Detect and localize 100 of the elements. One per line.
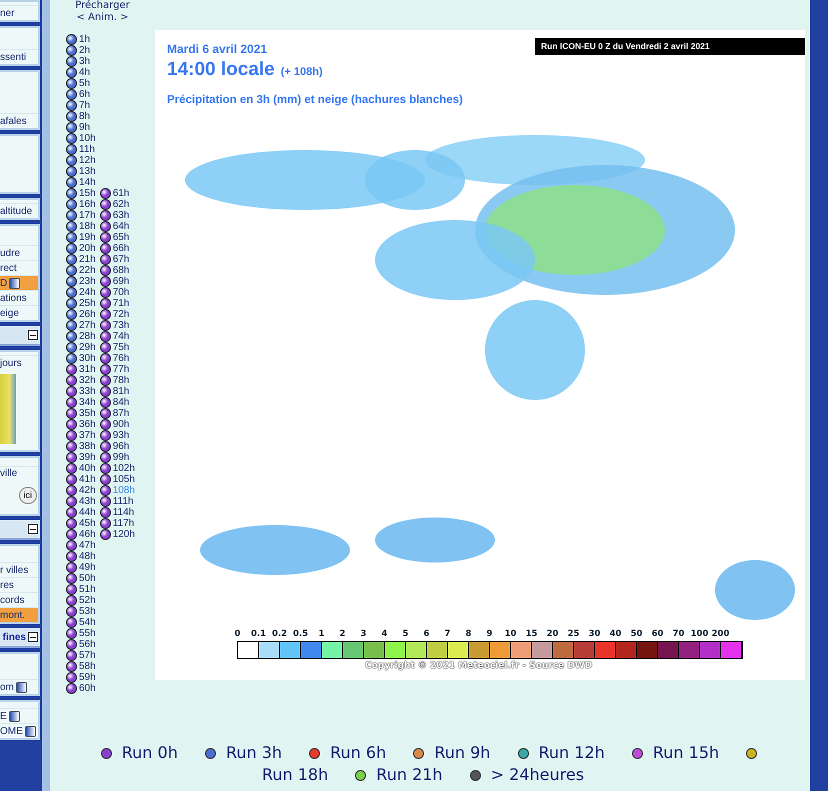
hour-link[interactable]: 24h bbox=[66, 287, 96, 298]
hour-link[interactable]: 93h bbox=[100, 430, 135, 441]
hour-link[interactable]: 38h bbox=[66, 441, 96, 452]
hour-link[interactable]: 35h bbox=[66, 408, 96, 419]
hour-link[interactable]: 12h bbox=[66, 155, 96, 166]
hour-link[interactable]: 41h bbox=[66, 474, 96, 485]
run-label[interactable]: Run 6h bbox=[330, 743, 386, 762]
hour-link[interactable]: 76h bbox=[100, 353, 135, 364]
sidebar-item[interactable]: D bbox=[0, 275, 38, 290]
sidebar-item[interactable]: udre bbox=[0, 245, 38, 260]
hour-link[interactable]: 48h bbox=[66, 551, 96, 562]
hour-link[interactable]: 11h bbox=[66, 144, 96, 155]
hour-link[interactable]: 114h bbox=[100, 507, 135, 518]
run-label[interactable]: Run 3h bbox=[226, 743, 282, 762]
hour-link[interactable]: 29h bbox=[66, 342, 96, 353]
hour-link[interactable]: 81h bbox=[100, 386, 135, 397]
hour-link[interactable]: 25h bbox=[66, 298, 96, 309]
hour-link[interactable]: 58h bbox=[66, 661, 96, 672]
hour-link[interactable]: 26h bbox=[66, 309, 96, 320]
hour-link[interactable]: 102h bbox=[100, 463, 135, 474]
hour-link[interactable]: 43h bbox=[66, 496, 96, 507]
hour-link[interactable]: 84h bbox=[100, 397, 135, 408]
hour-link[interactable]: 28h bbox=[66, 331, 96, 342]
hour-link[interactable]: 14h bbox=[66, 177, 96, 188]
hour-link[interactable]: 60h bbox=[66, 683, 96, 694]
sidebar-item[interactable]: eige bbox=[0, 305, 38, 320]
hour-link[interactable]: 27h bbox=[66, 320, 96, 331]
preload-title[interactable]: Précharger bbox=[75, 0, 130, 12]
run-label[interactable]: Run 0h bbox=[122, 743, 178, 762]
sidebar-item[interactable]: altitude bbox=[0, 203, 38, 218]
hour-link[interactable]: 77h bbox=[100, 364, 135, 375]
collapse-icon[interactable] bbox=[28, 524, 38, 534]
hour-link[interactable]: 75h bbox=[100, 342, 135, 353]
hour-link[interactable]: 99h bbox=[100, 452, 135, 463]
hour-link[interactable]: 20h bbox=[66, 243, 96, 254]
hour-link[interactable]: 21h bbox=[66, 254, 96, 265]
hour-link[interactable]: 19h bbox=[66, 232, 96, 243]
hour-link[interactable]: 57h bbox=[66, 650, 96, 661]
hour-link[interactable]: 9h bbox=[66, 122, 96, 133]
hour-link[interactable]: 72h bbox=[100, 309, 135, 320]
sidebar-item[interactable]: E bbox=[0, 708, 38, 723]
sidebar-item[interactable]: ville bbox=[0, 466, 38, 480]
hour-link[interactable]: 65h bbox=[100, 232, 135, 243]
hour-link[interactable]: 40h bbox=[66, 463, 96, 474]
hour-link[interactable]: 74h bbox=[100, 331, 135, 342]
sidebar-item[interactable]: afales bbox=[0, 113, 38, 128]
hour-link[interactable]: 111h bbox=[100, 496, 135, 507]
hour-link[interactable]: 87h bbox=[100, 408, 135, 419]
hour-link[interactable]: 23h bbox=[66, 276, 96, 287]
hour-link[interactable]: 16h bbox=[66, 199, 96, 210]
hour-link[interactable]: 3h bbox=[66, 56, 96, 67]
sidebar-item[interactable]: OME bbox=[0, 723, 38, 738]
run-label[interactable]: Run 9h bbox=[434, 743, 490, 762]
hour-link[interactable]: 33h bbox=[66, 386, 96, 397]
collapse-icon[interactable] bbox=[28, 330, 38, 340]
hour-link[interactable]: 69h bbox=[100, 276, 135, 287]
run-label[interactable]: Run 21h bbox=[376, 765, 443, 784]
hour-link[interactable]: 55h bbox=[66, 628, 96, 639]
run-label[interactable]: Run 15h bbox=[652, 743, 720, 762]
hour-link[interactable]: 8h bbox=[66, 111, 96, 122]
hour-link[interactable]: 117h bbox=[100, 518, 135, 529]
hour-link[interactable]: 90h bbox=[100, 419, 135, 430]
sidebar-item[interactable]: om bbox=[0, 679, 38, 694]
hour-link[interactable]: 66h bbox=[100, 243, 135, 254]
sidebar-item[interactable]: jours bbox=[0, 355, 38, 370]
run-label[interactable]: Run 18h bbox=[262, 765, 328, 784]
run-label[interactable]: Run 12h bbox=[538, 743, 605, 762]
hour-link[interactable]: 6h bbox=[66, 89, 96, 100]
hour-link[interactable]: 71h bbox=[100, 298, 135, 309]
hour-link[interactable]: 78h bbox=[100, 375, 135, 386]
hour-link[interactable]: 73h bbox=[100, 320, 135, 331]
hour-link[interactable]: 44h bbox=[66, 507, 96, 518]
hour-link[interactable]: 31h bbox=[66, 364, 96, 375]
hour-link[interactable]: 39h bbox=[66, 452, 96, 463]
hour-link[interactable]: 96h bbox=[100, 441, 135, 452]
hour-link[interactable]: 15h bbox=[66, 188, 96, 199]
hour-link[interactable]: 4h bbox=[66, 67, 96, 78]
hour-link[interactable]: 49h bbox=[66, 562, 96, 573]
hour-link[interactable]: 54h bbox=[66, 617, 96, 628]
hour-link[interactable]: 37h bbox=[66, 430, 96, 441]
locate-button[interactable]: ici bbox=[18, 486, 37, 504]
hour-link[interactable]: 34h bbox=[66, 397, 96, 408]
hour-link[interactable]: 42h bbox=[66, 485, 96, 496]
anim-link[interactable]: < Anim. > bbox=[76, 12, 128, 24]
hour-link[interactable]: 56h bbox=[66, 639, 96, 650]
sidebar-item[interactable]: ssenti bbox=[0, 49, 38, 64]
map-thumbnail[interactable] bbox=[0, 374, 16, 444]
hour-link[interactable]: 63h bbox=[100, 210, 135, 221]
hour-link[interactable]: 17h bbox=[66, 210, 96, 221]
sidebar-item[interactable]: res bbox=[0, 577, 38, 592]
hour-link[interactable]: 32h bbox=[66, 375, 96, 386]
hour-link[interactable]: 5h bbox=[66, 78, 96, 89]
hour-link[interactable]: 22h bbox=[66, 265, 96, 276]
hour-link[interactable]: 59h bbox=[66, 672, 96, 683]
hour-link[interactable]: 52h bbox=[66, 595, 96, 606]
hour-link[interactable]: 13h bbox=[66, 166, 96, 177]
hour-link[interactable]: 47h bbox=[66, 540, 96, 551]
hour-link[interactable]: 30h bbox=[66, 353, 96, 364]
hour-link[interactable]: 36h bbox=[66, 419, 96, 430]
hour-link[interactable]: 51h bbox=[66, 584, 96, 595]
